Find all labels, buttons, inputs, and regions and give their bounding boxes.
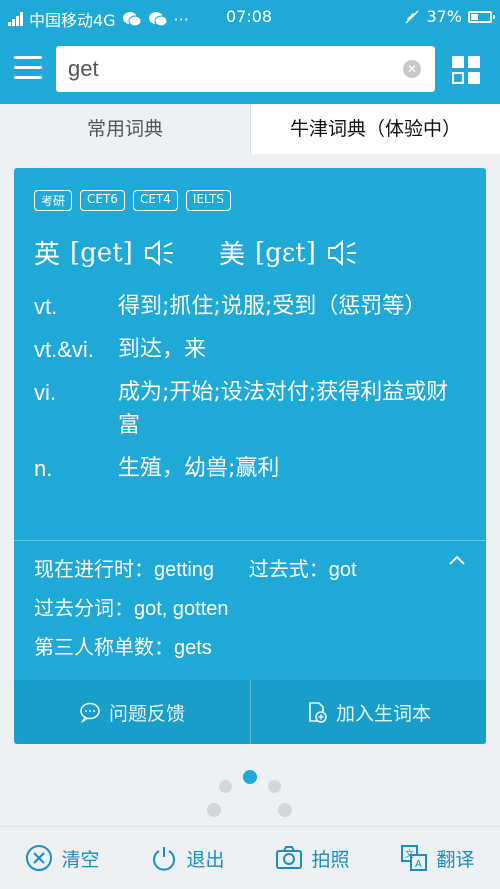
badge-ielts: IELTS (185, 190, 231, 211)
uk-phonetic: 英 [get] (34, 234, 175, 271)
definition-row: vt. 得到;抓住;说服;受到（惩罚等） (34, 290, 464, 323)
exit-label: 退出 (186, 848, 225, 871)
carrier-label: 中国移动4G (29, 11, 116, 30)
status-left: 中国移动4G ··· (8, 7, 189, 31)
feedback-label: 问题反馈 (108, 702, 185, 725)
apps-grid-icon[interactable] (452, 56, 480, 84)
third-person-label: 第三人称单数： (34, 635, 174, 659)
loading-dot (268, 780, 281, 793)
add-to-wordbook-label: 加入生词本 (335, 702, 431, 725)
badge-cet4: CET4 (132, 190, 178, 211)
uk-speaker-icon[interactable] (143, 238, 175, 268)
definition-row: n. 生殖，幼兽;赢利 (34, 452, 464, 485)
badge-kaoyan: 考研 (34, 190, 73, 211)
past-value: got (328, 559, 357, 581)
camera-icon (276, 846, 303, 869)
us-speaker-icon[interactable] (326, 238, 358, 268)
participle-value: got, gotten (134, 598, 229, 620)
us-label: 美 (219, 240, 246, 270)
search-box: ✕ (56, 46, 435, 92)
exam-badges: 考研 CET6 CET4 IELTS (34, 190, 231, 211)
definition-text: 成为;开始;设法对付;获得利益或财富 (118, 380, 449, 438)
chevron-up-icon[interactable] (448, 552, 466, 570)
battery-percent: 37% (426, 7, 462, 26)
card-footer: 问题反馈 加入生词本 (14, 680, 486, 744)
mute-icon (405, 9, 419, 24)
chat-bubble-icon (80, 702, 100, 723)
form-row: 过去分词：got, gotten (34, 589, 474, 628)
progressive-label: 现在进行时： (34, 557, 154, 581)
svg-text:文: 文 (405, 848, 414, 860)
past-label: 过去式： (248, 557, 329, 581)
clear-button[interactable]: 清空 (25, 844, 100, 872)
definition-text: 生殖，幼兽;赢利 (118, 456, 280, 481)
bottom-toolbar: 清空 退出 拍照 文A 翻译 (0, 826, 500, 889)
participle-label: 过去分词： (34, 596, 134, 620)
svg-text:A: A (415, 859, 422, 870)
divider (14, 540, 486, 541)
part-of-speech: vi. (34, 380, 56, 405)
signal-icon (8, 12, 23, 26)
progressive-value: getting (154, 559, 215, 581)
status-bar: 中国移动4G ··· 07:08 37% (0, 0, 500, 34)
definition-row: vt.&vi. 到达，来 (34, 333, 464, 366)
uk-label: 英 (34, 240, 61, 270)
dictionary-tabs: 常用词典 牛津词典（体验中） (0, 104, 500, 154)
definition-text: 得到;抓住;说服;受到（惩罚等） (118, 294, 427, 319)
translate-label: 翻译 (436, 848, 475, 871)
more-notifications-icon: ··· (173, 9, 189, 29)
exit-button[interactable]: 退出 (150, 844, 225, 872)
form-row: 第三人称单数：gets (34, 628, 474, 667)
tab-common-dictionary[interactable]: 常用词典 (0, 104, 250, 154)
us-phonetic: 美 [gɛt] (219, 234, 358, 271)
photo-label: 拍照 (311, 848, 350, 871)
photo-button[interactable]: 拍照 (275, 844, 350, 872)
part-of-speech: n. (34, 456, 53, 481)
badge-cet6: CET6 (80, 190, 125, 211)
definition-row: vi. 成为;开始;设法对付;获得利益或财富 (34, 376, 464, 442)
status-time: 07:08 (226, 7, 273, 26)
clear-search-icon[interactable]: ✕ (403, 60, 421, 78)
word-forms: 现在进行时：getting 过去式：got 过去分词：got, gotten 第… (34, 550, 474, 667)
definitions-list: vt. 得到;抓住;说服;受到（惩罚等） vt.&vi. 到达，来 vi. 成为… (34, 290, 464, 495)
translate-icon: 文A (401, 845, 428, 871)
definition-card: 考研 CET6 CET4 IELTS 英 [get] 美 [gɛt] vt. 得… (14, 168, 486, 744)
definition-text: 到达，来 (118, 337, 207, 362)
feedback-button[interactable]: 问题反馈 (14, 680, 250, 744)
part-of-speech: vt.&vi. (34, 337, 94, 362)
tab-oxford-dictionary[interactable]: 牛津词典（体验中） (250, 104, 500, 154)
power-icon (153, 847, 176, 871)
loading-dot (219, 780, 232, 793)
clear-circle-icon (26, 845, 53, 871)
add-document-icon (309, 702, 327, 723)
loading-dot (207, 803, 221, 817)
search-input[interactable] (56, 46, 376, 92)
form-row: 现在进行时：getting 过去式：got (34, 550, 474, 589)
status-right: 37% (404, 7, 495, 26)
us-phonetic-text: [gɛt] (255, 237, 316, 268)
top-bar: ✕ (0, 34, 500, 104)
third-person-value: gets (174, 637, 212, 659)
wechat-icon (122, 12, 142, 27)
part-of-speech: vt. (34, 294, 58, 319)
translate-button[interactable]: 文A 翻译 (400, 844, 475, 872)
loading-dot (243, 770, 257, 784)
loading-dot (278, 803, 292, 817)
battery-icon (468, 10, 495, 23)
menu-icon[interactable] (14, 56, 42, 80)
uk-phonetic-text: [get] (70, 237, 133, 268)
wechat-icon (148, 12, 168, 27)
clear-label: 清空 (61, 848, 100, 871)
add-to-wordbook-button[interactable]: 加入生词本 (250, 680, 486, 744)
